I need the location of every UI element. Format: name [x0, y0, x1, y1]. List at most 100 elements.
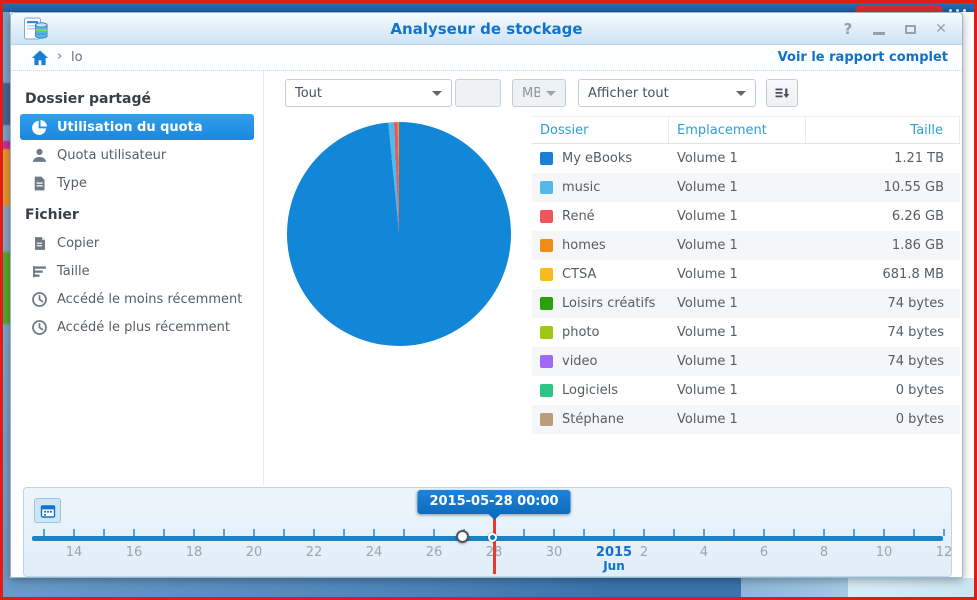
close-icon[interactable] [932, 19, 950, 39]
timeline-tick [793, 529, 795, 536]
timeline-tick [43, 529, 45, 536]
timeline-tick [433, 529, 435, 536]
sidebar-item-utilisation-du-quota[interactable]: Utilisation du quota [20, 114, 254, 140]
table-row[interactable]: RenéVolume 16.26 GB [532, 202, 960, 231]
sidebar-item-taille[interactable]: Taille [20, 258, 254, 284]
location-cell: Volume 1 [669, 173, 806, 202]
table-row[interactable]: videoVolume 174 bytes [532, 347, 960, 376]
timeline-tick [613, 529, 615, 536]
folder-table: DossierEmplacementTaille My eBooksVolume… [532, 116, 960, 434]
sidebar-item-label: Quota utilisateur [57, 148, 166, 163]
sidebar-item-label: Accédé le moins récemment [57, 292, 242, 307]
timeline-tick [103, 529, 105, 536]
clock-icon [31, 291, 48, 308]
color-swatch [540, 210, 553, 223]
user-icon [31, 147, 48, 164]
size-cell: 74 bytes [806, 289, 960, 318]
folder-cell: music [532, 173, 669, 202]
color-swatch [540, 297, 553, 310]
timeline-tick [133, 529, 135, 536]
help-icon[interactable] [839, 19, 857, 39]
timeline-tick [853, 529, 855, 536]
column-header-taille[interactable]: Taille [806, 117, 960, 143]
folder-cell: Logiciels [532, 376, 669, 405]
sidebar-section-header: Dossier partagé [11, 85, 263, 114]
calendar-button[interactable] [34, 498, 61, 523]
table-row[interactable]: CTSAVolume 1681.8 MB [532, 260, 960, 289]
timeline-marker-line [493, 516, 496, 574]
sort-button[interactable] [766, 79, 798, 107]
sort-descending-icon [774, 85, 790, 101]
column-header-emplacement[interactable]: Emplacement [669, 117, 806, 143]
timeline-tick [193, 529, 195, 536]
chevron-down-icon [736, 91, 746, 96]
folder-name: photo [562, 325, 600, 340]
folder-name: Loisirs créatifs [562, 296, 655, 311]
size-cell: 1.86 GB [806, 231, 960, 260]
sidebar-item-copier[interactable]: Copier [20, 230, 254, 256]
timeline-tick [883, 529, 885, 536]
home-icon[interactable] [31, 49, 49, 67]
color-swatch [540, 239, 553, 252]
size-cell: 74 bytes [806, 318, 960, 347]
sidebar-item-label: Accédé le plus récemment [57, 320, 230, 335]
location-cell: Volume 1 [669, 231, 806, 260]
folder-cell: video [532, 347, 669, 376]
timeline-tick-label: 18 [172, 545, 216, 560]
pie-chart-icon [31, 119, 48, 136]
folder-name: Logiciels [562, 383, 618, 398]
timeline-marker-dot[interactable] [488, 533, 497, 542]
timeline-tick [283, 529, 285, 536]
table-row[interactable]: Loisirs créatifs Volume 174 bytes [532, 289, 960, 318]
table-row[interactable]: photoVolume 174 bytes [532, 318, 960, 347]
color-swatch [540, 384, 553, 397]
table-row[interactable]: musicVolume 110.55 GB [532, 173, 960, 202]
timeline-tooltip: 2015-05-28 00:00 [417, 490, 570, 514]
color-swatch [540, 355, 553, 368]
sidebar-item-quota-utilisateur[interactable]: Quota utilisateur [20, 142, 254, 168]
folder-cell: photo [532, 318, 669, 347]
show-dropdown[interactable]: Afficher tout [578, 79, 756, 107]
sidebar-item-accede-le-plus-recemment[interactable]: Accédé le plus récemment [20, 314, 254, 340]
sidebar-item-accede-le-moins-recemment[interactable]: Accédé le moins récemment [20, 286, 254, 312]
timeline-tick [943, 529, 945, 536]
timeline-tick [913, 529, 915, 536]
timeline-tick [733, 529, 735, 536]
location-cell: Volume 1 [669, 376, 806, 405]
maximize-icon[interactable] [901, 19, 919, 39]
chevron-down-icon [546, 91, 556, 96]
timeline-tick-label: 10 [862, 545, 906, 560]
timeline-tick [343, 529, 345, 536]
column-header-dossier[interactable]: Dossier [532, 117, 669, 143]
timeline-month-label: Jun [592, 559, 636, 573]
unit-dropdown[interactable]: MB [512, 79, 566, 107]
main-panel: Tout MB Afficher tout [265, 71, 962, 485]
timeline-handle[interactable] [456, 530, 469, 543]
table-row[interactable]: StéphaneVolume 10 bytes [532, 405, 960, 434]
timeline-tick-label: 12 [922, 545, 966, 560]
location-cell: Volume 1 [669, 144, 806, 173]
copy-icon [31, 235, 48, 252]
view-full-report-link[interactable]: Voir le rapport complet [778, 50, 948, 65]
table-rows: My eBooksVolume 11.21 TBmusicVolume 110.… [532, 144, 960, 434]
sidebar-item-type[interactable]: Type [20, 170, 254, 196]
timeline-tick-label: 22 [292, 545, 336, 560]
minimize-icon[interactable] [870, 19, 888, 39]
table-row[interactable]: homes Volume 11.86 GB [532, 231, 960, 260]
folder-name: video [562, 354, 598, 369]
table-row[interactable]: My eBooksVolume 11.21 TB [532, 144, 960, 173]
table-row[interactable]: LogicielsVolume 10 bytes [532, 376, 960, 405]
timeline-tick-label: 6 [742, 545, 786, 560]
calendar-icon [40, 503, 56, 519]
folder-name: homes [562, 238, 606, 253]
timeline-tick [673, 529, 675, 536]
size-bars-icon [31, 263, 48, 280]
folder-cell: René [532, 202, 669, 231]
location-cell: Volume 1 [669, 289, 806, 318]
timeline-tick-label: 20 [232, 545, 276, 560]
timeline-tick [523, 529, 525, 536]
color-swatch [540, 326, 553, 339]
size-value-input[interactable] [455, 79, 501, 107]
timeline-tick [583, 529, 585, 536]
filter-dropdown[interactable]: Tout [285, 79, 452, 107]
